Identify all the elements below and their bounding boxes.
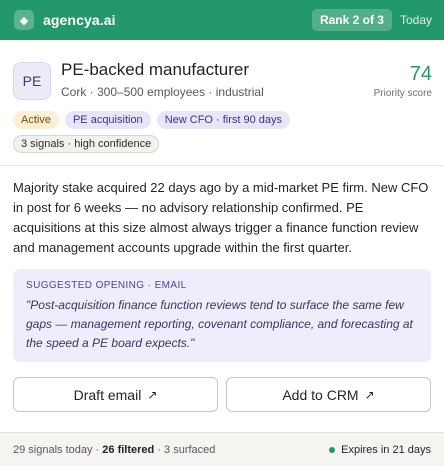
avatar: PE [13,62,51,100]
score-value: 74 [409,63,432,85]
brand[interactable]: ◆ agencya.ai [14,10,116,30]
priority-score: 74 Priority score [374,64,432,99]
signal-card: ◆ agencya.ai Rank 2 of 3 Today PE PE-bac… [0,0,444,466]
filtered-count: 26 filtered [102,443,155,456]
diamond-icon: ◆ [14,10,34,30]
today-label: Today [399,13,432,27]
external-arrow-icon: ↗ [364,387,375,402]
opening-label: SUGGESTED OPENING · EMAIL [26,280,187,291]
footer: 29 signals today · 26 filtered · 3 surfa… [0,432,444,466]
opening-text: "Post-acquisition finance function revie… [26,298,413,350]
surfaced-count: · 3 surfaced [157,443,216,456]
external-arrow-icon: ↗ [147,387,158,402]
expiry: Expires in 21 days [329,444,431,456]
score-label: Priority score [373,88,432,99]
expires-label: Expires in 21 days [341,443,431,456]
company-header: PE PE-backed manufacturer Cork · 300–500… [0,40,444,100]
draft-email-label: Draft email [73,386,142,403]
tag-list: Active PE acquisition New CFO · first 90… [0,100,346,153]
tag-pe-acquisition: PE acquisition [64,111,151,129]
status-badge: Active [13,111,59,129]
status-dot-icon [329,446,336,453]
draft-email-button[interactable]: Draft email ↗ [13,377,218,412]
brand-name: agencya.ai [43,12,116,28]
rank-badge: Rank 2 of 3 [311,9,392,31]
tag-signals: 3 signals · high confidence [13,135,160,153]
tag-new-cfo: New CFO · first 90 days [156,111,291,129]
signal-description: Majority stake acquired 22 days ago by a… [13,180,429,255]
suggested-opening: SUGGESTED OPENING · EMAIL "Post-acquisit… [13,269,431,362]
action-buttons: Draft email ↗ Add to CRM ↗ [0,362,444,412]
add-to-crm-label: Add to CRM [282,386,359,403]
add-to-crm-button[interactable]: Add to CRM ↗ [226,377,431,412]
header-right: Rank 2 of 3 Today [311,9,432,31]
signals-today: 29 signals today · [13,443,100,456]
signal-stats: 29 signals today · 26 filtered · 3 surfa… [13,444,215,456]
header-bar: ◆ agencya.ai Rank 2 of 3 Today [0,0,444,40]
